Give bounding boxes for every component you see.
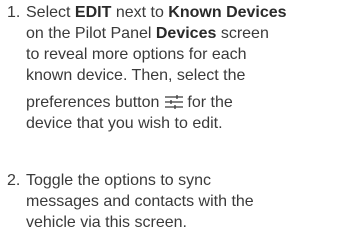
text-run: for the — [187, 94, 233, 111]
text-line: vehicle via this screen. — [26, 214, 187, 231]
text-line: messages and contacts with the — [26, 193, 254, 210]
text-line: preferences button for the — [26, 92, 358, 113]
text-line: to reveal more options for each — [26, 46, 247, 63]
text-run: screen — [216, 25, 269, 42]
step-number: 1. — [7, 4, 21, 21]
text-run: on the Pilot Panel — [26, 25, 156, 42]
text-run: Select — [26, 4, 75, 21]
edit-keyword: EDIT — [74, 4, 112, 21]
step-text: Select EDIT next to Known Devices on the… — [26, 2, 358, 134]
instruction-document: 1. Select EDIT next to Known Devices on … — [0, 0, 358, 248]
text-run: preferences button — [26, 94, 160, 111]
devices-keyword: Devices — [155, 25, 217, 42]
text-line: Toggle the options to sync — [26, 172, 212, 189]
known-devices-keyword: Known Devices — [168, 4, 287, 21]
text-line: device that you wish to edit. — [26, 115, 223, 132]
text-line: on the Pilot Panel Devices screen — [26, 23, 358, 44]
text-run: next to — [111, 4, 169, 21]
step-text: Toggle the options to sync messages and … — [26, 170, 358, 233]
text-line: Select EDIT next to Known Devices — [26, 2, 358, 23]
text-line: known device. Then, select the — [26, 67, 246, 84]
step-number: 2. — [7, 172, 21, 189]
